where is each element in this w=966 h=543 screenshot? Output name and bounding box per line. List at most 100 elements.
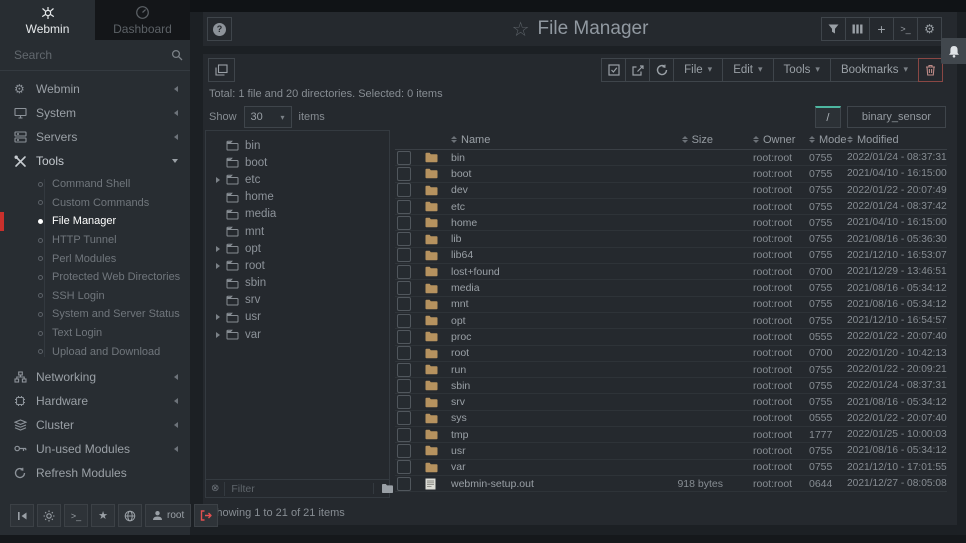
sidebar-item-unused-modules[interactable]: Un-used Modules <box>0 437 190 461</box>
expand-arrow-icon[interactable] <box>216 263 226 269</box>
show-items-select[interactable]: 30 ▾ <box>244 106 292 128</box>
row-checkbox[interactable] <box>397 297 411 311</box>
tools-submenu-item[interactable]: Perl Modules <box>0 249 190 268</box>
expand-arrow-icon[interactable] <box>216 297 226 303</box>
table-row[interactable]: sys root:root 0555 2022/01/22 - 20:07:40 <box>395 410 947 426</box>
row-checkbox[interactable] <box>397 232 411 246</box>
table-row[interactable]: proc root:root 0555 2022/01/22 - 20:07:4… <box>395 329 947 345</box>
expand-arrow-icon[interactable] <box>216 160 226 166</box>
expand-arrow-icon[interactable] <box>216 211 226 217</box>
tools-submenu-item[interactable]: System and Server Status <box>0 305 190 324</box>
table-row[interactable]: webmin-setup.out 918 bytes root:root 064… <box>395 475 947 491</box>
shell-button[interactable]: >_ <box>893 17 918 41</box>
sidebar-item-system[interactable]: System <box>0 101 190 125</box>
tools-submenu-item[interactable]: Custom Commands <box>0 194 190 213</box>
filter-button[interactable] <box>821 17 846 41</box>
add-tab-button[interactable]: + <box>869 17 894 41</box>
sidebar-item-webmin[interactable]: ⚙ Webmin <box>0 77 190 101</box>
tree-item[interactable]: usr <box>206 309 389 326</box>
row-checkbox[interactable] <box>397 183 411 197</box>
expand-arrow-icon[interactable] <box>216 314 226 320</box>
row-checkbox[interactable] <box>397 281 411 295</box>
row-checkbox[interactable] <box>397 216 411 230</box>
menu-bookmarks[interactable]: Bookmarks▾ <box>830 58 919 82</box>
tools-submenu-item[interactable]: Command Shell <box>0 175 190 194</box>
sidebar-item-tools[interactable]: Tools <box>0 149 190 173</box>
settings-gear-button[interactable]: ⚙ <box>917 17 942 41</box>
tools-submenu-item[interactable]: HTTP Tunnel <box>0 231 190 250</box>
expand-arrow-icon[interactable] <box>216 194 226 200</box>
table-row[interactable]: run root:root 0755 2022/01/22 - 20:09:21 <box>395 361 947 377</box>
table-row[interactable]: lib64 root:root 0755 2021/12/10 - 16:53:… <box>395 247 947 263</box>
table-row[interactable]: home root:root 0755 2021/04/10 - 16:15:0… <box>395 215 947 231</box>
table-row[interactable]: mnt root:root 0755 2021/08/16 - 05:34:12 <box>395 296 947 312</box>
expand-arrow-icon[interactable] <box>216 246 226 252</box>
row-checkbox[interactable] <box>397 460 411 474</box>
terminal-button[interactable]: >_ <box>64 504 88 527</box>
tree-item[interactable]: opt <box>206 240 389 257</box>
trash-button[interactable] <box>918 58 943 82</box>
row-checkbox[interactable] <box>397 411 411 425</box>
menu-edit[interactable]: Edit▾ <box>722 58 773 82</box>
language-globe-button[interactable] <box>118 504 142 527</box>
columns-button[interactable] <box>845 17 870 41</box>
copy-path-button[interactable] <box>208 58 235 82</box>
table-row[interactable]: root root:root 0700 2022/01/20 - 10:42:1… <box>395 345 947 361</box>
expand-arrow-icon[interactable] <box>216 143 226 149</box>
table-row[interactable]: lib root:root 0755 2021/08/16 - 05:36:30 <box>395 231 947 247</box>
table-row[interactable]: etc root:root 0755 2022/01/24 - 08:37:42 <box>395 198 947 214</box>
expand-arrow-icon[interactable] <box>216 229 226 235</box>
expand-arrow-icon[interactable] <box>216 177 226 183</box>
breadcrumb-root[interactable]: / <box>815 106 841 128</box>
tools-submenu-item[interactable]: Protected Web Directories <box>0 268 190 287</box>
sidebar-item-cluster[interactable]: Cluster <box>0 413 190 437</box>
table-row[interactable]: sbin root:root 0755 2022/01/24 - 08:37:3… <box>395 378 947 394</box>
tree-item[interactable]: home <box>206 189 389 206</box>
user-button[interactable]: root <box>145 504 191 527</box>
tree-filter-input[interactable] <box>224 482 368 496</box>
favorites-star-button[interactable]: ★ <box>91 504 115 527</box>
tree-item[interactable]: bin <box>206 137 389 154</box>
sidebar-item-servers[interactable]: Servers <box>0 125 190 149</box>
select-all-button[interactable] <box>601 58 626 82</box>
column-header-name[interactable]: Name <box>451 130 629 150</box>
share-button[interactable] <box>625 58 650 82</box>
collapse-sidebar-button[interactable] <box>10 504 34 527</box>
favorite-star-icon[interactable]: ☆ <box>512 17 530 41</box>
row-checkbox[interactable] <box>397 346 411 360</box>
logout-button[interactable] <box>194 504 218 527</box>
table-row[interactable]: tmp root:root 1777 2022/01/25 - 10:00:03 <box>395 427 947 443</box>
row-checkbox[interactable] <box>397 330 411 344</box>
tree-item[interactable]: srv <box>206 292 389 309</box>
expand-arrow-icon[interactable] <box>216 280 226 286</box>
expand-arrow-icon[interactable] <box>216 332 226 338</box>
row-checkbox[interactable] <box>397 395 411 409</box>
row-checkbox[interactable] <box>397 363 411 377</box>
tree-item[interactable]: media <box>206 206 389 223</box>
table-row[interactable]: srv root:root 0755 2021/08/16 - 05:34:12 <box>395 394 947 410</box>
menu-file[interactable]: File▾ <box>673 58 723 82</box>
tools-submenu-item[interactable]: Text Login <box>0 324 190 343</box>
column-header-modified[interactable]: Modified <box>841 130 947 150</box>
breadcrumb-current[interactable]: binary_sensor <box>847 106 946 128</box>
table-row[interactable]: bin root:root 0755 2022/01/24 - 08:37:31 <box>395 150 947 166</box>
table-row[interactable]: boot root:root 0755 2021/04/10 - 16:15:0… <box>395 166 947 182</box>
row-checkbox[interactable] <box>397 379 411 393</box>
tab-webmin[interactable]: Webmin <box>0 0 95 40</box>
tree-item[interactable]: boot <box>206 154 389 171</box>
column-header-size[interactable]: Size <box>629 130 727 150</box>
sidebar-item-refresh-modules[interactable]: Refresh Modules <box>0 461 190 485</box>
row-checkbox[interactable] <box>397 167 411 181</box>
tools-submenu-item[interactable]: File Manager <box>0 212 190 231</box>
row-checkbox[interactable] <box>397 200 411 214</box>
row-checkbox[interactable] <box>397 444 411 458</box>
table-row[interactable]: media root:root 0755 2021/08/16 - 05:34:… <box>395 280 947 296</box>
tree-item[interactable]: etc <box>206 171 389 188</box>
column-header-mode[interactable]: Mode <box>793 130 841 150</box>
sidebar-search-input[interactable] <box>12 47 171 63</box>
row-checkbox[interactable] <box>397 248 411 262</box>
tools-submenu-item[interactable]: SSH Login <box>0 287 190 306</box>
clear-filter-icon[interactable]: ⊗ <box>211 483 219 494</box>
tree-item[interactable]: sbin <box>206 275 389 292</box>
theme-sun-button[interactable] <box>37 504 61 527</box>
